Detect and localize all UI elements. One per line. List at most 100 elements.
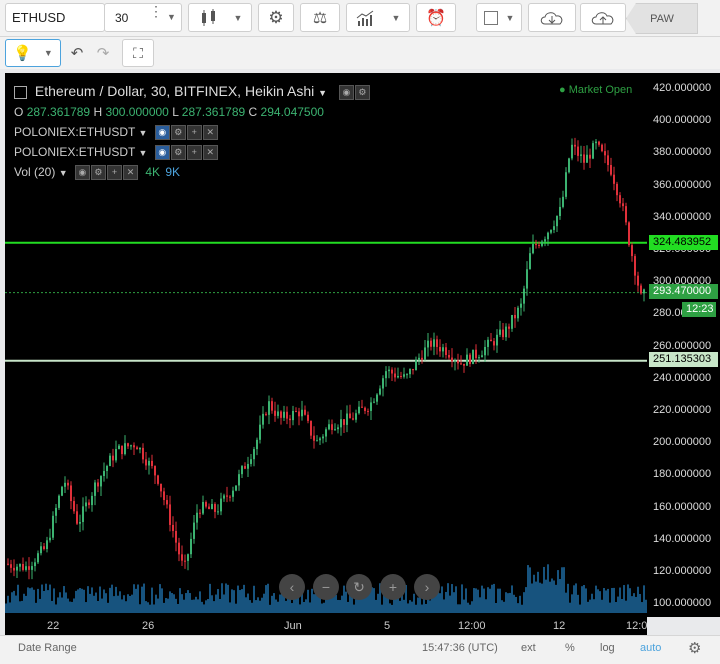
zoom-out-button[interactable]: − (313, 574, 339, 600)
ideas-button[interactable]: 💡 ▼ (5, 39, 61, 67)
price-tick-label: 120.000000 (653, 565, 712, 577)
scroll-left-button[interactable]: ‹ (279, 574, 305, 600)
volume-bar (201, 601, 203, 613)
log-toggle[interactable]: log (600, 642, 615, 654)
volume-bar (463, 599, 465, 613)
time-axis[interactable]: 22 26 Jun 5 12:00 12 12:0 (5, 617, 647, 635)
candle-body (637, 275, 639, 286)
chevron-down-icon[interactable]: ▼ (138, 128, 147, 138)
close-icon[interactable]: ✕ (202, 125, 218, 141)
study-label[interactable]: POLONIEX:ETHUSDT (14, 125, 135, 139)
study-label[interactable]: POLONIEX:ETHUSDT (14, 145, 135, 159)
volume-bar (487, 587, 489, 613)
chevron-down-icon[interactable]: ▼ (138, 148, 147, 158)
volume-bar (623, 585, 625, 613)
date-range-button[interactable]: Date Range (18, 642, 77, 654)
volume-bar (551, 578, 553, 613)
candle-body (460, 363, 462, 365)
layout-button[interactable]: ▼ (476, 3, 522, 32)
percent-toggle[interactable]: % (565, 642, 575, 654)
gear-icon[interactable]: ⚙ (354, 84, 370, 100)
volume-bar (433, 596, 435, 613)
auto-toggle[interactable]: auto (640, 642, 661, 654)
volume-bar (147, 602, 149, 613)
volume-bar (507, 593, 509, 613)
redo-button[interactable]: ↷ (90, 39, 116, 67)
candle-body (325, 429, 327, 437)
volume-bar (573, 585, 575, 613)
candle-body (568, 158, 570, 173)
fullscreen-button[interactable]: ⛶ (122, 39, 154, 67)
volume-bar (353, 604, 355, 613)
reset-button[interactable]: ↻ (346, 574, 372, 600)
volume-bar (445, 591, 447, 613)
volume-bar (625, 600, 627, 613)
volume-bar (235, 603, 237, 613)
undo-button[interactable]: ↶ (64, 39, 90, 67)
volume-bar (637, 586, 639, 613)
candle-body (562, 196, 564, 207)
volume-bar (165, 598, 167, 613)
save-chart-button[interactable] (580, 3, 626, 32)
symbol-input[interactable]: ETHUSD (5, 3, 105, 32)
time-label: 12:00 (458, 620, 486, 632)
plus-icon[interactable]: + (186, 145, 202, 161)
candle-body (151, 460, 153, 467)
indicators-button[interactable]: ▼ (346, 3, 410, 32)
alert-button[interactable]: ⏰ (416, 3, 456, 32)
collapse-icon[interactable] (14, 85, 27, 99)
price-tick-label: 200.000000 (653, 436, 712, 449)
chart-title[interactable]: Ethereum / Dollar, 30, BITFINEX, Heikin … (35, 83, 314, 99)
settings-button[interactable]: ⚙ (258, 3, 294, 32)
chart-style-button[interactable]: ▼ (188, 3, 252, 32)
volume-bar (311, 588, 313, 613)
candle-body (247, 463, 249, 469)
eye-icon[interactable]: ◉ (74, 165, 90, 181)
chart-pane[interactable]: Ethereum / Dollar, 30, BITFINEX, Heikin … (5, 73, 647, 617)
eye-icon[interactable]: ◉ (338, 84, 354, 100)
volume-bar (347, 601, 349, 613)
volume-bar (111, 584, 113, 613)
price-axis[interactable]: 420.000000 400.000000 380.000000 360.000000… (647, 73, 720, 617)
candle-body (352, 418, 354, 420)
chevron-down-icon: ▼ (167, 12, 176, 22)
candle-body (349, 413, 351, 419)
gear-icon[interactable]: ⚙ (90, 165, 106, 181)
chevron-down-icon[interactable]: ▼ (318, 88, 327, 98)
volume-bar (175, 598, 177, 613)
eye-icon[interactable]: ◉ (154, 125, 170, 141)
load-chart-button[interactable] (528, 3, 576, 32)
candle-body (7, 563, 9, 565)
mode-tab[interactable]: PAW (626, 3, 698, 34)
candle-body (484, 346, 486, 356)
scroll-right-button[interactable]: › (414, 574, 440, 600)
volume-bar (587, 601, 589, 613)
volume-bar (77, 589, 79, 613)
candle-body (175, 530, 177, 543)
volume-bar (85, 602, 87, 613)
last-price-tag: 293.470000 (649, 284, 718, 299)
price-tick-label: 340.000000 (653, 210, 712, 223)
zoom-in-button[interactable]: + (380, 574, 406, 600)
volume-bar (127, 594, 129, 613)
interval-select[interactable]: 30 ⋮ ▼ (104, 3, 182, 32)
candle-body (199, 512, 201, 514)
compare-button[interactable]: ⚖ (300, 3, 340, 32)
volume-bar (49, 584, 51, 613)
candle-body (286, 411, 288, 419)
gear-icon[interactable]: ⚙ (170, 125, 186, 141)
ohlc-low-value: 287.361789 (181, 105, 246, 119)
eye-icon[interactable]: ◉ (154, 145, 170, 161)
ext-toggle[interactable]: ext (521, 642, 536, 654)
close-icon[interactable]: ✕ (122, 165, 138, 181)
close-icon[interactable]: ✕ (202, 145, 218, 161)
plus-icon[interactable]: + (106, 165, 122, 181)
chevron-down-icon[interactable]: ▼ (59, 168, 68, 178)
volume-bar (89, 593, 91, 613)
gear-icon[interactable]: ⚙ (170, 145, 186, 161)
volume-bar (409, 600, 411, 613)
volume-label[interactable]: Vol (20) (14, 165, 55, 179)
gear-icon[interactable]: ⚙ (688, 639, 701, 657)
candle-body (589, 154, 591, 159)
plus-icon[interactable]: + (186, 125, 202, 141)
